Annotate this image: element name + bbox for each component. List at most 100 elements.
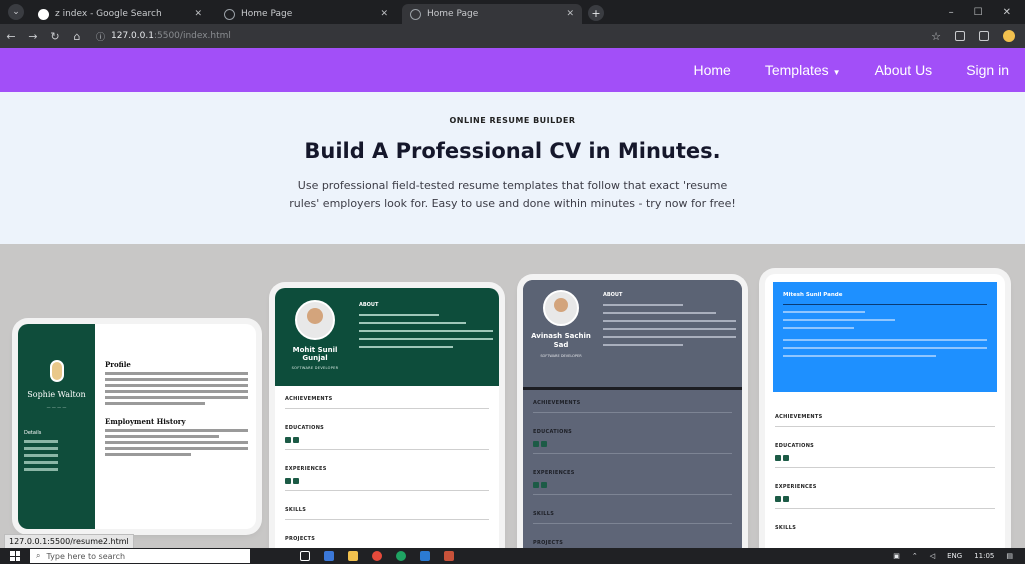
resume-name: Sophie Walton bbox=[27, 390, 86, 399]
app-icon[interactable] bbox=[444, 551, 454, 561]
name-line-1: Mohit Sunil bbox=[292, 346, 338, 354]
resume-details: Details bbox=[18, 430, 95, 471]
nav-home-link[interactable]: Home bbox=[694, 62, 731, 78]
resume-body: ACHIEVEMENTS EDUCATIONS EXPERIENCES SKIL… bbox=[765, 400, 1005, 531]
volume-icon[interactable]: ◁ bbox=[930, 552, 935, 560]
reload-icon[interactable]: ↻ bbox=[44, 30, 66, 43]
employment-heading: Employment History bbox=[105, 417, 186, 426]
close-tab-icon[interactable]: ✕ bbox=[194, 9, 202, 19]
globe-icon bbox=[410, 8, 421, 20]
name-line-2: Sad bbox=[553, 341, 569, 349]
forward-icon[interactable]: → bbox=[22, 30, 44, 43]
tab-title: Home Page bbox=[241, 9, 293, 19]
resume-body: ACHIEVEMENTS EDUCATIONS EXPERIENCES SKIL… bbox=[275, 386, 499, 542]
nav-templates-dropdown[interactable]: Templates ▼ bbox=[765, 62, 841, 78]
resume-name: Avinash Sachin Sad bbox=[523, 332, 599, 350]
task-view-icon[interactable] bbox=[300, 551, 310, 561]
section-achievements: ACHIEVEMENTS bbox=[533, 400, 581, 406]
avatar bbox=[543, 290, 579, 326]
browser-tab-strip: ⌄ z index - Google Search ✕ Home Page ✕ … bbox=[0, 0, 1025, 24]
extensions-icon[interactable] bbox=[955, 31, 965, 41]
link-status-bar: 127.0.0.1:5500/resume2.html bbox=[4, 534, 134, 549]
notification-icon[interactable]: ▤ bbox=[1006, 552, 1013, 560]
back-icon[interactable]: ← bbox=[0, 30, 22, 43]
browser-tab-home-1[interactable]: Home Page ✕ bbox=[216, 4, 396, 24]
browser-tab-google[interactable]: z index - Google Search ✕ bbox=[30, 4, 210, 24]
section-achievements: ACHIEVEMENTS bbox=[775, 414, 823, 420]
template-card-avinash[interactable]: Avinash Sachin Sad SOFTWARE DEVELOPER ABO… bbox=[523, 280, 742, 548]
bookmark-star-icon[interactable]: ☆ bbox=[931, 30, 941, 43]
address-path: :5500/index.html bbox=[153, 31, 231, 41]
google-icon bbox=[38, 8, 49, 20]
about-heading: ABOUT bbox=[603, 292, 623, 298]
hero-eyebrow: ONLINE RESUME BUILDER bbox=[449, 116, 576, 125]
resume-identity: Mohit Sunil Gunjal SOFTWARE DEVELOPER bbox=[275, 288, 355, 386]
template-gallery: Sophie Walton — — — — Details Profile Em… bbox=[0, 244, 1025, 548]
resume-header: Mitesh Sunil Pande bbox=[773, 282, 997, 392]
site-navbar: Home Templates ▼ About Us Sign in bbox=[0, 48, 1025, 92]
chrome-icon[interactable] bbox=[372, 551, 382, 561]
close-tab-icon[interactable]: ✕ bbox=[566, 9, 574, 19]
resume-role: SOFTWARE DEVELOPER bbox=[291, 366, 339, 370]
site-info-icon[interactable]: ⓘ bbox=[96, 30, 105, 43]
windows-start-icon[interactable] bbox=[10, 551, 20, 561]
edge-icon[interactable] bbox=[396, 551, 406, 561]
tray-app-icon[interactable]: ▣ bbox=[893, 552, 900, 560]
new-tab-button[interactable]: + bbox=[588, 5, 604, 21]
avatar bbox=[49, 360, 64, 382]
hero-title: Build A Professional CV in Minutes. bbox=[304, 139, 721, 163]
search-icon: ⌕ bbox=[36, 551, 41, 560]
os-taskbar: ⌕ Type here to search ▣ ⌃ ◁ ENG 11:05 ▤ bbox=[0, 548, 1025, 564]
template-card-mohit[interactable]: Mohit Sunil Gunjal SOFTWARE DEVELOPER ABO… bbox=[275, 288, 499, 548]
tab-search-icon[interactable]: ⌄ bbox=[8, 4, 24, 20]
file-explorer-icon[interactable] bbox=[348, 551, 358, 561]
home-icon[interactable]: ⌂ bbox=[66, 30, 88, 43]
address-bar[interactable]: ⓘ 127.0.0.1:5500/index.html bbox=[96, 27, 231, 45]
tab-title: Home Page bbox=[427, 9, 479, 19]
template-card-sophie[interactable]: Sophie Walton — — — — Details Profile Em… bbox=[18, 324, 256, 529]
taskbar-search-input[interactable]: ⌕ Type here to search bbox=[30, 549, 250, 563]
resume-main: Profile Employment History bbox=[95, 324, 256, 529]
about-heading: ABOUT bbox=[359, 302, 379, 308]
resume-sidebar: Sophie Walton — — — — Details bbox=[18, 324, 95, 529]
nav-about-link[interactable]: About Us bbox=[875, 62, 933, 78]
profile-avatar-icon[interactable] bbox=[1003, 30, 1015, 42]
section-skills: SKILLS bbox=[533, 511, 555, 517]
window-controls: – ☐ ✕ bbox=[949, 7, 1011, 18]
browser-toolbar: ← → ↻ ⌂ ⓘ 127.0.0.1:5500/index.html ☆ bbox=[0, 24, 1025, 48]
resume-name: Mitesh Sunil Pande bbox=[783, 292, 843, 298]
details-heading: Details bbox=[24, 430, 42, 436]
section-experiences: EXPERIENCES bbox=[533, 470, 575, 476]
hero-section: ONLINE RESUME BUILDER Build A Profession… bbox=[0, 92, 1025, 244]
clock[interactable]: 11:05 bbox=[974, 552, 994, 560]
name-line-1: Avinash Sachin bbox=[531, 332, 591, 340]
close-window-icon[interactable]: ✕ bbox=[1003, 7, 1011, 18]
nav-signin-link[interactable]: Sign in bbox=[966, 62, 1009, 78]
system-tray: ▣ ⌃ ◁ ENG 11:05 ▤ bbox=[893, 552, 1013, 560]
resume-body: ACHIEVEMENTS EDUCATIONS EXPERIENCES SKIL… bbox=[523, 390, 742, 546]
language-indicator[interactable]: ENG bbox=[947, 552, 962, 560]
section-skills: SKILLS bbox=[285, 507, 307, 513]
pinned-apps bbox=[300, 551, 454, 561]
browser-tab-home-2[interactable]: Home Page ✕ bbox=[402, 4, 582, 24]
tray-chevron-up-icon[interactable]: ⌃ bbox=[912, 552, 918, 560]
tab-title: z index - Google Search bbox=[55, 9, 162, 19]
hero-line-1: Use professional field-tested resume tem… bbox=[297, 179, 728, 192]
nav-templates-label: Templates bbox=[764, 62, 829, 78]
section-skills: SKILLS bbox=[775, 525, 797, 531]
hero-description: Use professional field-tested resume tem… bbox=[0, 177, 1025, 213]
maximize-icon[interactable]: ☐ bbox=[974, 7, 983, 18]
resume-role: SOFTWARE DEVELOPER bbox=[540, 354, 582, 358]
section-educations: EDUCATIONS bbox=[285, 425, 325, 431]
sidepanel-icon[interactable] bbox=[979, 31, 989, 41]
toolbar-actions: ☆ bbox=[931, 30, 1015, 43]
close-tab-icon[interactable]: ✕ bbox=[380, 9, 388, 19]
minimize-icon[interactable]: – bbox=[949, 7, 954, 18]
vscode-icon[interactable] bbox=[420, 551, 430, 561]
name-line-2: Gunjal bbox=[302, 354, 328, 362]
search-placeholder: Type here to search bbox=[46, 551, 126, 561]
avatar bbox=[295, 300, 335, 340]
resume-about: ABOUT bbox=[599, 280, 742, 387]
store-icon[interactable] bbox=[324, 551, 334, 561]
template-card-mitesh[interactable]: Mitesh Sunil Pande ACHIEVEMENTS EDUCATIO… bbox=[765, 274, 1005, 548]
